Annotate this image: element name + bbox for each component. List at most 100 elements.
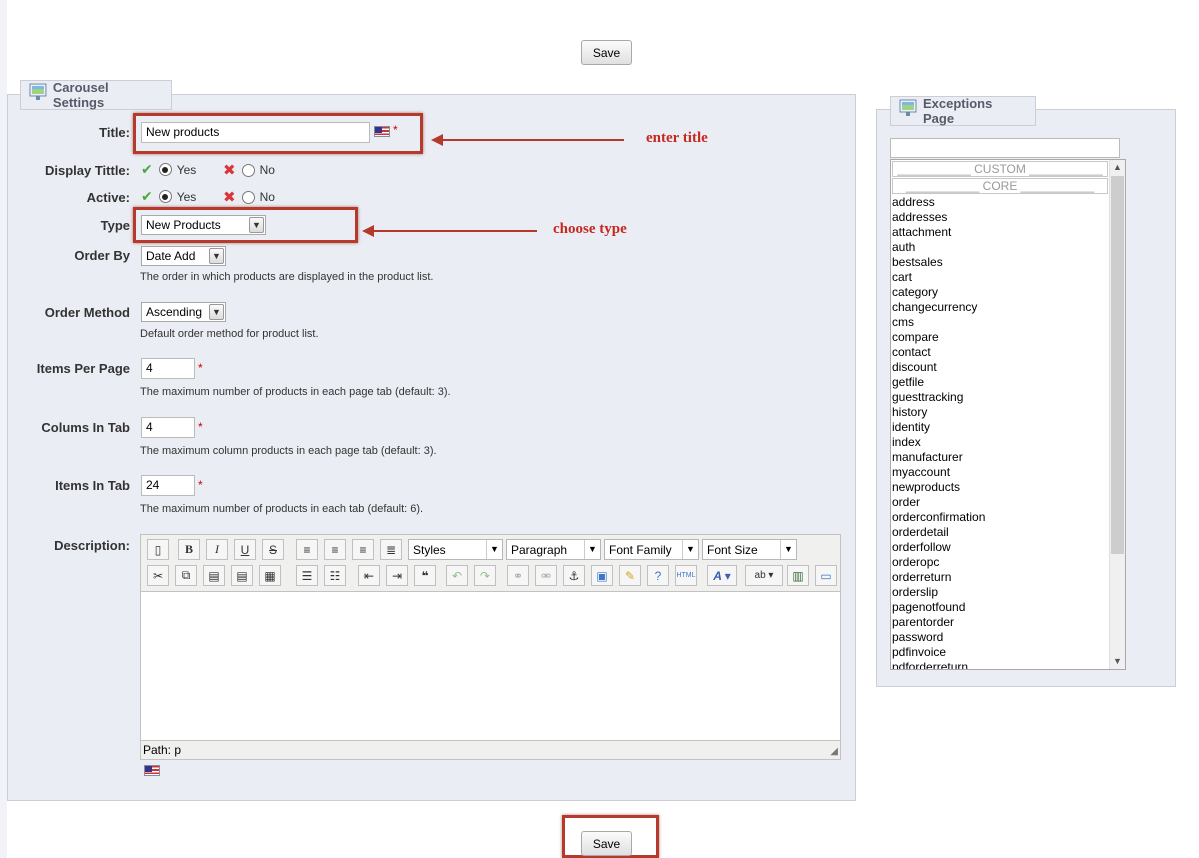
copy-icon[interactable]: ⧉ [175, 565, 197, 586]
list-item[interactable]: attachment [891, 225, 1125, 240]
list-item[interactable]: category [891, 285, 1125, 300]
list-item[interactable]: cms [891, 315, 1125, 330]
active-no-radio[interactable] [241, 190, 255, 204]
check-icon: ✔ [141, 161, 153, 177]
order-method-hint: Default order method for product list. [140, 328, 319, 340]
save-button-top[interactable]: Save [581, 40, 632, 65]
cut-icon[interactable]: ✂ [147, 565, 169, 586]
items-per-page-input[interactable]: 4 [141, 358, 195, 379]
paste-icon[interactable]: ▤ [203, 565, 225, 586]
underline-icon[interactable]: U [234, 539, 256, 560]
items-in-tab-input[interactable]: 24 [141, 475, 195, 496]
list-item[interactable]: guesttracking [891, 390, 1125, 405]
exceptions-list[interactable]: ___________ CUSTOM ___________ __________… [890, 159, 1126, 670]
align-right-icon[interactable]: ≡ [352, 539, 374, 560]
type-label: Type [100, 218, 130, 233]
exceptions-legend: Exceptions Page [890, 96, 1036, 126]
align-left-icon[interactable]: ≡ [296, 539, 318, 560]
scroll-up-icon[interactable]: ▲ [1110, 160, 1125, 175]
active-no[interactable]: ✖ No [223, 188, 275, 206]
list-item[interactable]: compare [891, 330, 1125, 345]
highlight-color-icon[interactable]: ab ▾ [745, 565, 783, 586]
italic-icon[interactable]: I [206, 539, 228, 560]
styles-select[interactable]: Styles ▼ [408, 539, 503, 560]
html-icon[interactable]: HTML [675, 565, 697, 586]
help-icon[interactable]: ? [647, 565, 669, 586]
list-item[interactable]: parentorder [891, 615, 1125, 630]
redo-icon[interactable]: ↷ [474, 565, 496, 586]
text-color-icon[interactable]: A ▾ [707, 565, 737, 586]
active-yes[interactable]: ✔ Yes [141, 188, 196, 205]
bullet-list-icon[interactable]: ☰ [296, 565, 318, 586]
list-item[interactable]: newproducts [891, 480, 1125, 495]
list-item[interactable]: history [891, 405, 1125, 420]
link-icon[interactable]: ⚭ [507, 565, 529, 586]
list-item[interactable]: orderreturn [891, 570, 1125, 585]
font-family-select[interactable]: Font Family ▼ [604, 539, 699, 560]
list-item[interactable]: bestsales [891, 255, 1125, 270]
bold-icon[interactable]: B [178, 539, 200, 560]
list-item[interactable]: orderslip [891, 585, 1125, 600]
blockquote-icon[interactable]: ❝ [414, 565, 436, 586]
align-center-icon[interactable]: ≡ [324, 539, 346, 560]
list-item[interactable]: orderopc [891, 555, 1125, 570]
numbered-list-icon[interactable]: ☷ [324, 565, 346, 586]
us-flag-icon[interactable] [144, 765, 160, 776]
order-method-select[interactable]: Ascending ▼ [141, 302, 226, 322]
columns-in-tab-hint: The maximum column products in each page… [140, 445, 437, 457]
strikethrough-icon[interactable]: S [262, 539, 284, 560]
list-item[interactable]: addresses [891, 210, 1125, 225]
list-item[interactable]: orderdetail [891, 525, 1125, 540]
display-title-no-radio[interactable] [241, 163, 255, 177]
arrow-line-title [441, 139, 624, 141]
list-item[interactable]: identity [891, 420, 1125, 435]
display-title-yes-radio[interactable] [158, 163, 172, 176]
list-item[interactable]: getfile [891, 375, 1125, 390]
list-item[interactable]: changecurrency [891, 300, 1125, 315]
editor-content-area[interactable] [141, 591, 840, 741]
unlink-icon[interactable]: ⚮ [535, 565, 557, 586]
list-item[interactable]: auth [891, 240, 1125, 255]
image-icon[interactable]: ▣ [591, 565, 613, 586]
list-item[interactable]: index [891, 435, 1125, 450]
exceptions-search-input[interactable] [890, 138, 1120, 158]
scroll-thumb[interactable] [1111, 176, 1124, 554]
list-item[interactable]: order [891, 495, 1125, 510]
paste-word-icon[interactable]: ▦ [259, 565, 281, 586]
list-item[interactable]: orderfollow [891, 540, 1125, 555]
list-item[interactable]: password [891, 630, 1125, 645]
list-item[interactable]: orderconfirmation [891, 510, 1125, 525]
list-item[interactable]: manufacturer [891, 450, 1125, 465]
list-item[interactable]: contact [891, 345, 1125, 360]
resize-handle-icon[interactable]: ◢ [830, 746, 838, 757]
list-item[interactable]: address [891, 195, 1125, 210]
undo-icon[interactable]: ↶ [446, 565, 468, 586]
display-title-yes[interactable]: ✔ Yes [141, 161, 196, 178]
paragraph-select-label: Paragraph [511, 543, 568, 557]
cleanup-icon[interactable]: ✎ [619, 565, 641, 586]
indent-icon[interactable]: ⇥ [386, 565, 408, 586]
list-item[interactable]: pagenotfound [891, 600, 1125, 615]
new-document-icon[interactable]: ▯ [147, 539, 169, 560]
order-by-select[interactable]: Date Add ▼ [141, 246, 226, 266]
scroll-down-icon[interactable]: ▼ [1110, 654, 1125, 669]
anchor-icon[interactable]: ⚓ [563, 565, 585, 586]
list-item[interactable]: pdfinvoice [891, 645, 1125, 660]
save-button-bottom[interactable]: Save [581, 831, 632, 856]
paste-text-icon[interactable]: ▤ [231, 565, 253, 586]
display-title-yes-label: Yes [176, 162, 197, 177]
media-icon[interactable]: ▥ [787, 565, 809, 586]
list-item[interactable]: cart [891, 270, 1125, 285]
list-item[interactable]: discount [891, 360, 1125, 375]
list-item[interactable]: pdforderreturn [891, 660, 1125, 669]
columns-in-tab-input[interactable]: 4 [141, 417, 195, 438]
exceptions-scrollbar[interactable]: ▲ ▼ [1109, 160, 1125, 669]
align-justify-icon[interactable]: ≣ [380, 539, 402, 560]
font-size-select[interactable]: Font Size ▼ [702, 539, 797, 560]
active-yes-radio[interactable] [158, 190, 172, 203]
fullscreen-icon[interactable]: ▭ [815, 565, 837, 586]
list-item[interactable]: myaccount [891, 465, 1125, 480]
outdent-icon[interactable]: ⇤ [358, 565, 380, 586]
paragraph-select[interactable]: Paragraph ▼ [506, 539, 601, 560]
display-title-no[interactable]: ✖ No [223, 161, 275, 179]
